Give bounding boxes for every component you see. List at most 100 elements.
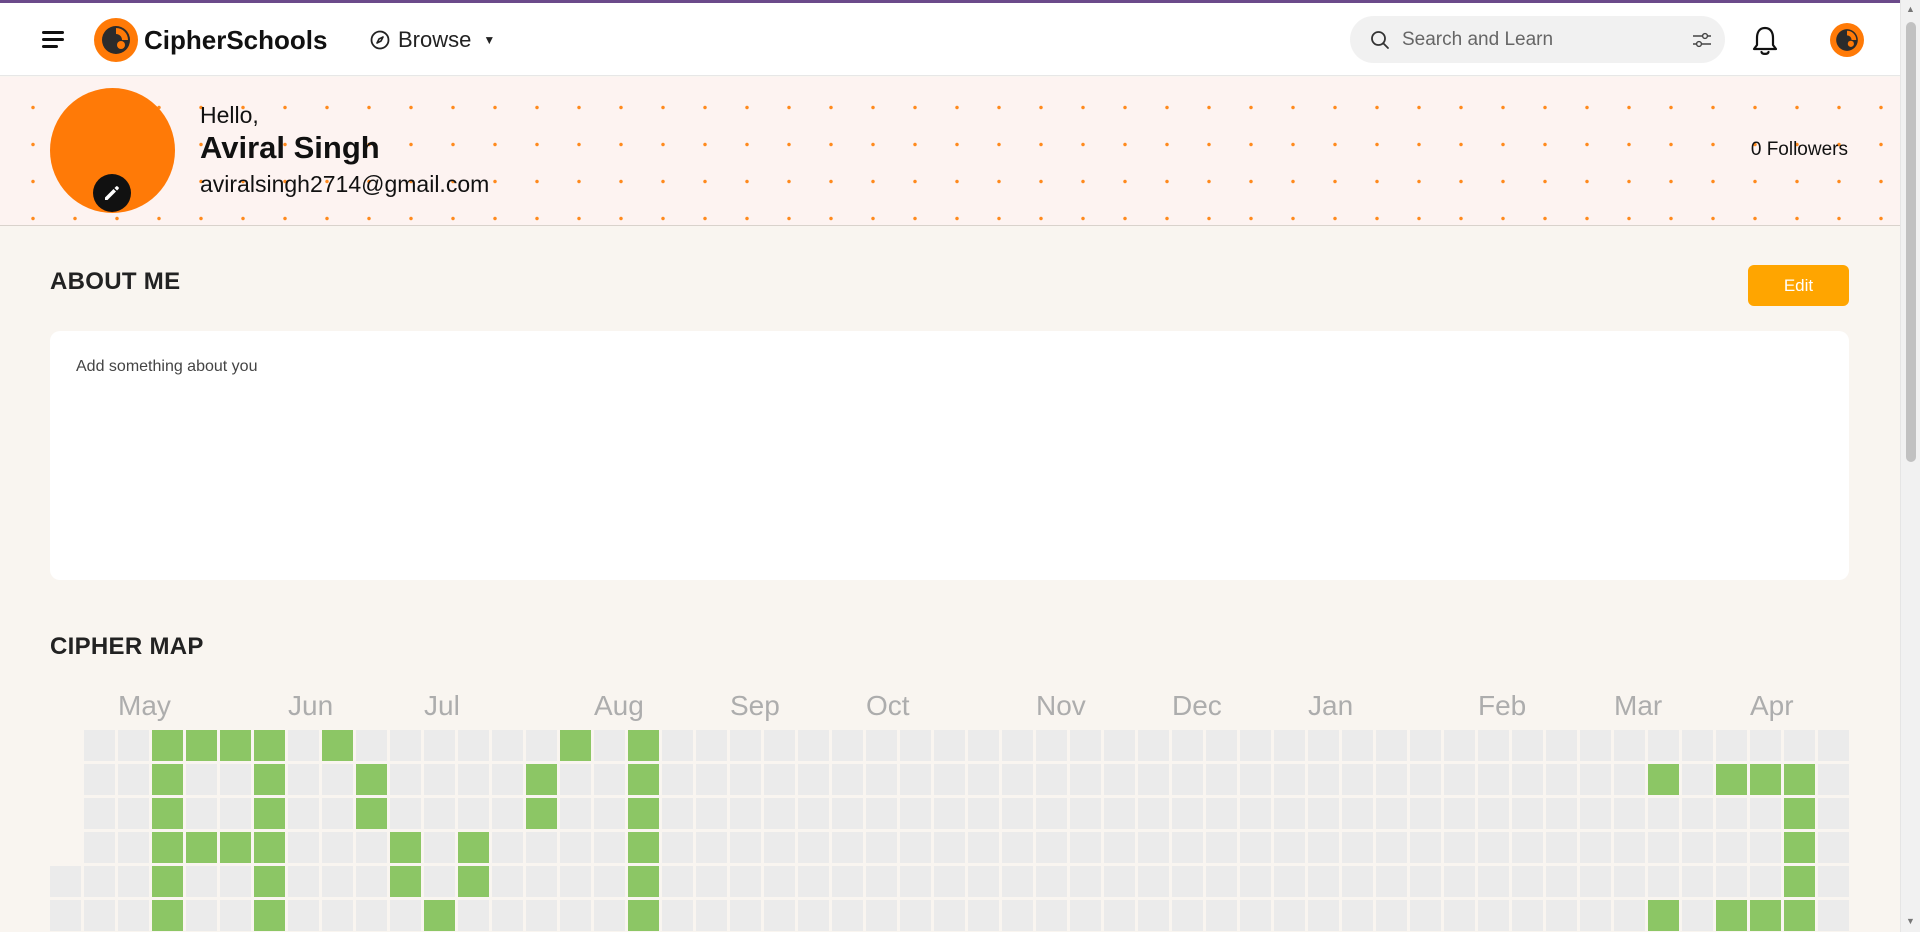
heatmap-cell[interactable] <box>934 832 965 863</box>
heatmap-cell[interactable] <box>356 798 387 829</box>
heatmap-cell[interactable] <box>1478 832 1509 863</box>
heatmap-cell[interactable] <box>1070 866 1101 897</box>
heatmap-cell[interactable] <box>1784 866 1815 897</box>
heatmap-cell[interactable] <box>1036 764 1067 795</box>
heatmap-cell[interactable] <box>1614 866 1645 897</box>
heatmap-cell[interactable] <box>968 832 999 863</box>
heatmap-cell[interactable] <box>526 900 557 931</box>
heatmap-cell[interactable] <box>288 866 319 897</box>
heatmap-cell[interactable] <box>1444 798 1475 829</box>
heatmap-cell[interactable] <box>1716 730 1747 761</box>
heatmap-cell[interactable] <box>84 798 115 829</box>
heatmap-cell[interactable] <box>186 832 217 863</box>
heatmap-cell[interactable] <box>288 798 319 829</box>
heatmap-cell[interactable] <box>594 798 625 829</box>
heatmap-cell[interactable] <box>1784 900 1815 931</box>
heatmap-cell[interactable] <box>934 764 965 795</box>
heatmap-cell[interactable] <box>798 798 829 829</box>
heatmap-cell[interactable] <box>1750 730 1781 761</box>
heatmap-cell[interactable] <box>526 730 557 761</box>
heatmap-cell[interactable] <box>832 798 863 829</box>
heatmap-cell[interactable] <box>322 730 353 761</box>
heatmap-cell[interactable] <box>696 730 727 761</box>
heatmap-cell[interactable] <box>1410 764 1441 795</box>
heatmap-cell[interactable] <box>118 764 149 795</box>
heatmap-cell[interactable] <box>1512 798 1543 829</box>
heatmap-cell[interactable] <box>764 900 795 931</box>
heatmap-cell[interactable] <box>866 900 897 931</box>
heatmap-cell[interactable] <box>696 866 727 897</box>
heatmap-cell[interactable] <box>254 832 285 863</box>
heatmap-cell[interactable] <box>968 900 999 931</box>
heatmap-cell[interactable] <box>1478 764 1509 795</box>
heatmap-cell[interactable] <box>390 866 421 897</box>
scroll-up-arrow-icon[interactable]: ▲ <box>1906 4 1915 14</box>
logo[interactable]: CipherSchools <box>94 18 327 62</box>
heatmap-cell[interactable] <box>1376 832 1407 863</box>
heatmap-cell[interactable] <box>1172 764 1203 795</box>
heatmap-cell[interactable] <box>1308 900 1339 931</box>
heatmap-cell[interactable] <box>628 764 659 795</box>
heatmap-cell[interactable] <box>1240 866 1271 897</box>
heatmap-cell[interactable] <box>594 764 625 795</box>
heatmap-cell[interactable] <box>152 832 183 863</box>
heatmap-cell[interactable] <box>1410 900 1441 931</box>
heatmap-cell[interactable] <box>526 764 557 795</box>
heatmap-cell[interactable] <box>662 764 693 795</box>
heatmap-cell[interactable] <box>424 900 455 931</box>
heatmap-cell[interactable] <box>1478 730 1509 761</box>
heatmap-cell[interactable] <box>1138 866 1169 897</box>
heatmap-cell[interactable] <box>492 832 523 863</box>
heatmap-cell[interactable] <box>526 866 557 897</box>
heatmap-cell[interactable] <box>492 900 523 931</box>
heatmap-cell[interactable] <box>1580 832 1611 863</box>
bell-icon[interactable] <box>1750 25 1780 57</box>
heatmap-cell[interactable] <box>968 730 999 761</box>
heatmap-cell[interactable] <box>1376 798 1407 829</box>
heatmap-cell[interactable] <box>798 832 829 863</box>
heatmap-cell[interactable] <box>322 798 353 829</box>
heatmap-cell[interactable] <box>968 764 999 795</box>
heatmap-cell[interactable] <box>1784 764 1815 795</box>
heatmap-cell[interactable] <box>1546 832 1577 863</box>
heatmap-cell[interactable] <box>1410 832 1441 863</box>
heatmap-cell[interactable] <box>594 730 625 761</box>
heatmap-cell[interactable] <box>1444 866 1475 897</box>
heatmap-cell[interactable] <box>1682 730 1713 761</box>
heatmap-cell[interactable] <box>526 832 557 863</box>
heatmap-cell[interactable] <box>492 764 523 795</box>
heatmap-cell[interactable] <box>1716 798 1747 829</box>
heatmap-cell[interactable] <box>1172 900 1203 931</box>
heatmap-cell[interactable] <box>288 832 319 863</box>
heatmap-cell[interactable] <box>1750 866 1781 897</box>
heatmap-cell[interactable] <box>560 764 591 795</box>
sliders-icon[interactable] <box>1692 32 1712 48</box>
heatmap-cell[interactable] <box>594 900 625 931</box>
heatmap-cell[interactable] <box>1546 764 1577 795</box>
heatmap-cell[interactable] <box>1410 866 1441 897</box>
heatmap-cell[interactable] <box>662 900 693 931</box>
heatmap-cell[interactable] <box>1240 900 1271 931</box>
heatmap-cell[interactable] <box>900 832 931 863</box>
heatmap-cell[interactable] <box>186 900 217 931</box>
heatmap-cell[interactable] <box>628 900 659 931</box>
heatmap-cell[interactable] <box>1682 866 1713 897</box>
heatmap-cell[interactable] <box>1716 900 1747 931</box>
heatmap-cell[interactable] <box>1818 730 1849 761</box>
heatmap-cell[interactable] <box>900 900 931 931</box>
heatmap-cell[interactable] <box>1240 764 1271 795</box>
heatmap-cell[interactable] <box>628 798 659 829</box>
heatmap-cell[interactable] <box>322 832 353 863</box>
heatmap-cell[interactable] <box>1274 798 1305 829</box>
heatmap-cell[interactable] <box>356 832 387 863</box>
heatmap-cell[interactable] <box>1376 730 1407 761</box>
followers-count[interactable]: 0 Followers <box>1751 139 1848 161</box>
heatmap-cell[interactable] <box>1036 832 1067 863</box>
heatmap-cell[interactable] <box>1580 764 1611 795</box>
heatmap-cell[interactable] <box>492 798 523 829</box>
heatmap-cell[interactable] <box>458 764 489 795</box>
heatmap-cell[interactable] <box>662 832 693 863</box>
heatmap-cell[interactable] <box>628 730 659 761</box>
heatmap-cell[interactable] <box>84 764 115 795</box>
heatmap-cell[interactable] <box>1580 866 1611 897</box>
